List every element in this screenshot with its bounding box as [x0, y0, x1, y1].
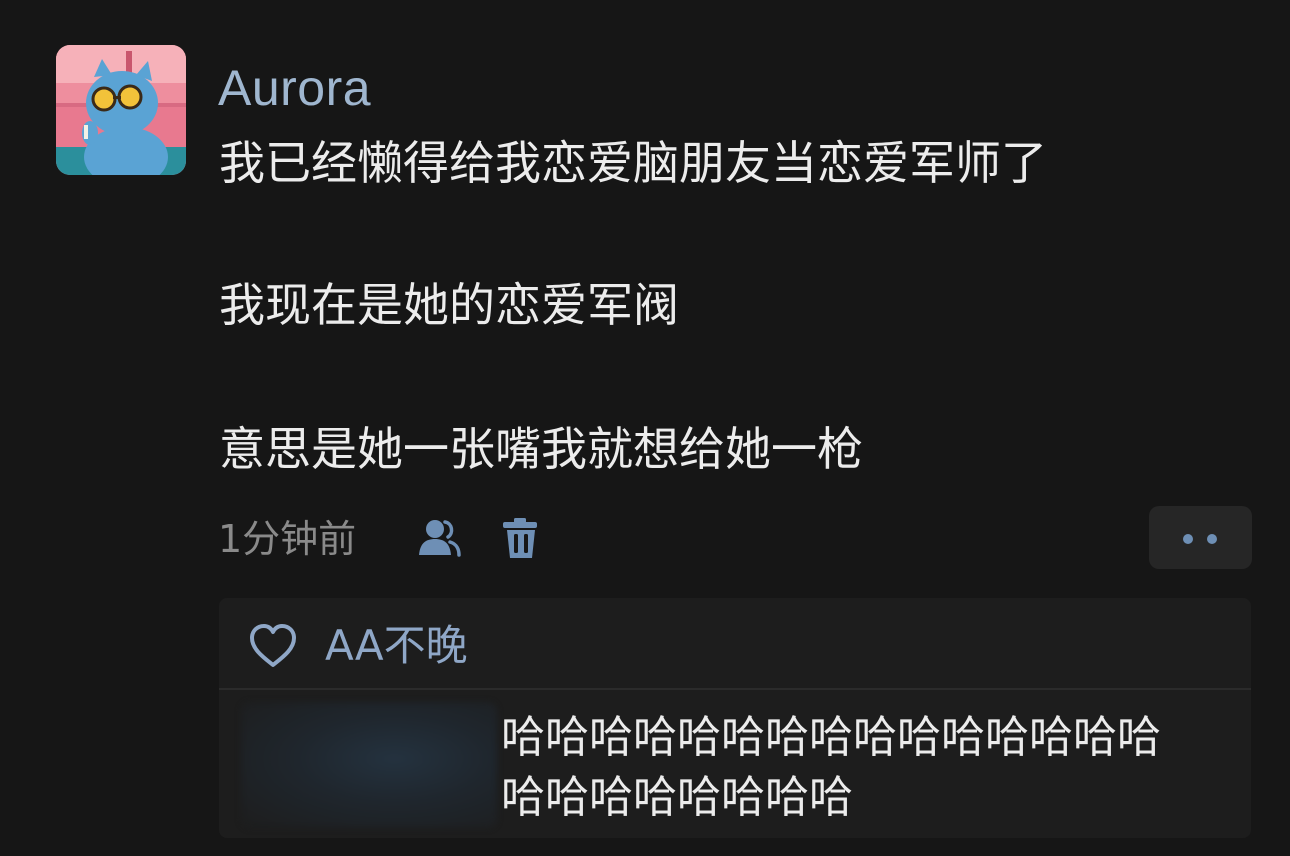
- likes-row: AA不晚: [219, 598, 1251, 690]
- divider: [219, 688, 1251, 690]
- message-line: 我已经懒得给我恋爱脑朋友当恋爱军师了: [219, 136, 1047, 190]
- more-dots-icon: [1207, 534, 1217, 544]
- message-line: 我现在是她的恋爱军阀: [219, 278, 679, 332]
- avatar[interactable]: [56, 45, 186, 175]
- reply-text-line: 哈哈哈哈哈哈哈哈哈哈哈哈哈哈哈: [501, 712, 1161, 763]
- trash-icon[interactable]: [496, 514, 546, 564]
- cat-avatar-image: [56, 45, 186, 175]
- blurred-reply-avatar: [241, 702, 497, 828]
- users-icon[interactable]: [412, 514, 462, 564]
- liker-name[interactable]: AA不晚: [325, 618, 468, 674]
- username[interactable]: Aurora: [218, 58, 371, 118]
- message-line: 意思是她一张嘴我就想给她一枪: [219, 422, 863, 476]
- more-dots-icon: [1183, 534, 1193, 544]
- reply-text-line: 哈哈哈哈哈哈哈哈: [501, 772, 853, 823]
- interaction-panel: AA不晚 哈哈哈哈哈哈哈哈哈哈哈哈哈哈哈 哈哈哈哈哈哈哈哈: [219, 598, 1251, 838]
- timestamp: 1分钟前: [218, 517, 357, 561]
- heart-outline-icon[interactable]: [247, 622, 299, 670]
- more-options-button[interactable]: [1149, 506, 1252, 569]
